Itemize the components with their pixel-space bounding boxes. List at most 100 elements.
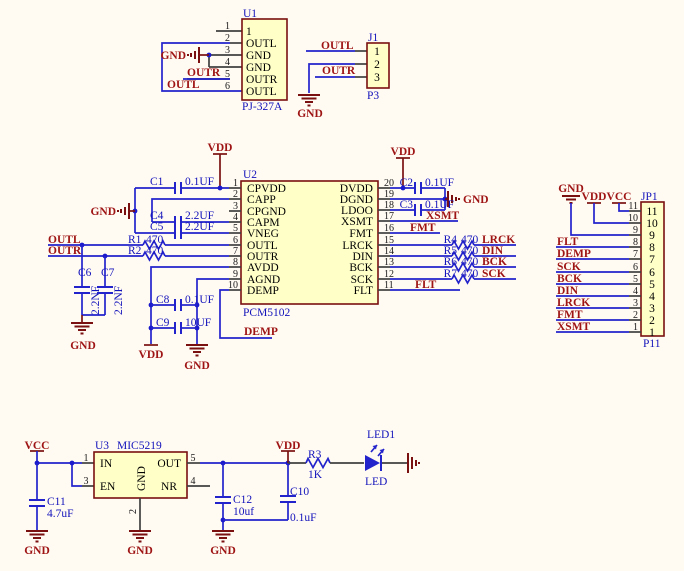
j1-designator[interactable]: J1 — [368, 32, 378, 44]
j1-part-name[interactable]: P3 — [367, 90, 379, 102]
u1-outr-net-label[interactable]: OUTR — [187, 67, 221, 79]
jp1-pin-name: 2 — [649, 315, 655, 327]
r2-value[interactable]: 470 — [146, 245, 164, 257]
jp1-designator[interactable]: JP1 — [641, 191, 658, 203]
r2-designator[interactable]: R2 — [128, 245, 142, 257]
j1-outl-net-label[interactable]: OUTL — [321, 40, 354, 52]
u1-part-name[interactable]: PJ-327A — [242, 101, 283, 113]
c1-value[interactable]: 0.1UF — [185, 176, 214, 188]
u3-designator[interactable]: U3 — [95, 440, 109, 452]
vdd-label[interactable]: VDD — [582, 191, 607, 203]
u1-pin3-name: GND — [246, 50, 271, 62]
jp1-vcc-power-port[interactable]: VCC — [607, 191, 632, 203]
c9-value[interactable]: 10UF — [185, 317, 211, 329]
u2-gnd-power-port[interactable]: GND — [90, 203, 135, 219]
c12-value[interactable]: 10uf — [233, 506, 254, 518]
r7-designator[interactable]: R7 — [444, 268, 458, 280]
sck-net-label[interactable]: SCK — [482, 268, 506, 280]
c6-value[interactable]: 2.2NF — [90, 286, 102, 315]
vdd-label[interactable]: VDD — [139, 349, 164, 361]
r3-designator[interactable]: R3 — [308, 449, 322, 461]
u2-pin-name: XSMT — [341, 216, 373, 228]
j1-gnd-label[interactable]: GND — [297, 108, 323, 120]
u2-pin-number: 7 — [233, 246, 238, 257]
led-label[interactable]: LED — [365, 476, 387, 488]
vdd-label[interactable]: VDD — [208, 142, 233, 154]
u2-pin-number: 6 — [233, 235, 238, 246]
c1-designator[interactable]: C1 — [150, 176, 164, 188]
u1-outl-net-label[interactable]: OUTL — [167, 79, 200, 91]
c8-value[interactable]: 0.1UF — [185, 294, 214, 306]
c10-value[interactable]: 0.1uF — [290, 512, 317, 524]
c11-value[interactable]: 4.7uF — [47, 508, 74, 520]
u1-pin4-name: GND — [246, 62, 271, 74]
u2-gnd-label[interactable]: GND — [90, 206, 116, 218]
gnd-label[interactable]: GND — [558, 183, 584, 195]
j1-outr-net-label[interactable]: OUTR — [322, 65, 356, 77]
schematic-canvas: U1 PJ-327A 1 2 3 4 5 6 1 OUTL GND GND OU… — [0, 0, 684, 571]
c5-value[interactable]: 2.2UF — [185, 221, 214, 233]
jp1-sck-label[interactable]: SCK — [557, 261, 581, 273]
jp1-pin-number: 10 — [628, 213, 638, 224]
c2-designator[interactable]: C2 — [400, 177, 414, 189]
c12-designator[interactable]: C12 — [233, 494, 252, 506]
jp1-pin-name: 4 — [649, 291, 655, 303]
xsmt-net-label[interactable]: XSMT — [426, 210, 460, 222]
vdd-label[interactable]: VDD — [391, 146, 416, 158]
jp1-fmt-label[interactable]: FMT — [557, 309, 583, 321]
r6-designator[interactable]: R6 — [444, 256, 458, 268]
gnd-label[interactable]: GND — [70, 340, 96, 352]
c7-designator[interactable]: C7 — [101, 267, 115, 279]
c11-designator[interactable]: C11 — [47, 496, 66, 508]
jp1-pin-name: 6 — [649, 267, 655, 279]
jp1-lrck-label[interactable]: LRCK — [557, 297, 590, 309]
u2-part-name[interactable]: PCM5102 — [243, 307, 291, 319]
u2-pin-number: 8 — [233, 257, 238, 268]
c10-designator[interactable]: C10 — [290, 486, 309, 498]
gnd-label[interactable]: GND — [210, 545, 236, 557]
jp1-vdd-power-port[interactable]: VDD — [582, 191, 607, 203]
jp1-pin-name: 10 — [646, 218, 658, 230]
gnd-label[interactable]: GND — [184, 360, 210, 372]
led-designator[interactable]: LED1 — [367, 429, 395, 441]
jp1-bck-label[interactable]: BCK — [557, 273, 582, 285]
c7-value[interactable]: 2.2NF — [113, 286, 125, 315]
jp1-xsmt-label[interactable]: XSMT — [557, 321, 591, 333]
bck-net-label[interactable]: BCK — [482, 256, 507, 268]
vcc-power-port[interactable]: VCC — [25, 440, 50, 452]
u2-designator[interactable]: U2 — [243, 169, 257, 181]
jp1-demp-label[interactable]: DEMP — [557, 248, 591, 260]
jp1-pin-number: 5 — [633, 274, 638, 285]
vcc-label[interactable]: VCC — [607, 191, 632, 203]
jp1-pin-number: 1 — [633, 322, 638, 333]
jp1-din-label[interactable]: DIN — [557, 285, 579, 297]
demp-net-label[interactable]: DEMP — [244, 326, 278, 338]
r3-value[interactable]: 1K — [308, 469, 323, 481]
c8-designator[interactable]: C8 — [156, 294, 170, 306]
u1-pin4-number: 4 — [225, 57, 230, 68]
c9-designator[interactable]: C9 — [156, 317, 170, 329]
fmt-net-label[interactable]: FMT — [410, 222, 436, 234]
u1-designator[interactable]: U1 — [243, 8, 257, 20]
u3-part-name[interactable]: MIC5219 — [117, 440, 162, 452]
u2-dac[interactable]: U2 PCM5102 1 2 3 4 5 6 7 8 9 10 CPVDD CA… — [228, 169, 394, 319]
c6-designator[interactable]: C6 — [78, 267, 92, 279]
gnd-label[interactable]: GND — [127, 545, 153, 557]
jp1-pin-number: 9 — [633, 225, 638, 236]
u2-pin-number: 10 — [228, 280, 238, 291]
u3-in-pin-name: IN — [100, 458, 113, 470]
gnd-label[interactable]: GND — [24, 545, 50, 557]
jp1-pin-number: 4 — [633, 286, 638, 297]
gnd-label[interactable]: GND — [463, 194, 489, 206]
jp1-flt-label[interactable]: FLT — [557, 236, 579, 248]
u1-pin5-number: 5 — [225, 69, 230, 80]
u1-pin6-name: OUTL — [246, 86, 277, 98]
flt-net-label[interactable]: FLT — [415, 279, 437, 291]
u1-gnd-label[interactable]: GND — [160, 50, 186, 62]
c3-designator[interactable]: C3 — [400, 199, 414, 211]
jp1-part-name[interactable]: P11 — [643, 338, 661, 350]
jp1-pin-name: 11 — [646, 206, 657, 218]
c5-designator[interactable]: C5 — [150, 221, 164, 233]
c2-value[interactable]: 0.1UF — [425, 177, 454, 189]
u1-pin1-name: 1 — [246, 26, 252, 38]
